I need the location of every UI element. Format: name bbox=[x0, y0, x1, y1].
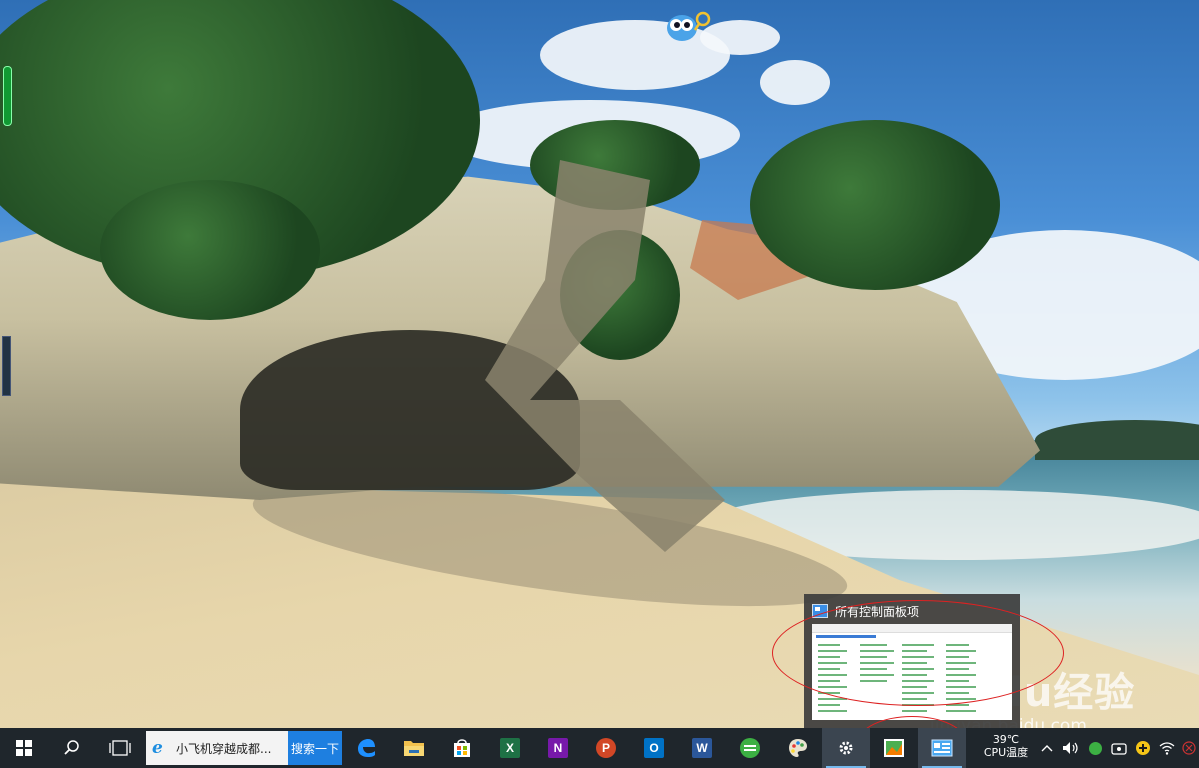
network-button[interactable] bbox=[1155, 728, 1179, 768]
taskbar-app-outlook[interactable]: O bbox=[630, 728, 678, 768]
tree bbox=[750, 120, 1000, 290]
taskbar-app-file-explorer[interactable] bbox=[390, 728, 438, 768]
language-button[interactable] bbox=[1179, 728, 1199, 768]
powerpoint-icon: P bbox=[596, 738, 616, 758]
taskbar-app-powerpoint[interactable]: P bbox=[582, 728, 630, 768]
photo-icon bbox=[884, 739, 904, 757]
taskbar-app-settings[interactable] bbox=[822, 728, 870, 768]
close-icon bbox=[1182, 741, 1196, 755]
tray-app-update[interactable] bbox=[1131, 728, 1155, 768]
search-submit-button[interactable]: 搜索一下 bbox=[288, 731, 342, 765]
speaker-icon bbox=[1063, 742, 1078, 754]
island bbox=[1035, 420, 1199, 460]
owl-mascot-icon[interactable] bbox=[665, 8, 711, 42]
cpu-temperature[interactable]: 39℃ CPU温度 bbox=[977, 728, 1035, 768]
task-view-button[interactable] bbox=[96, 728, 144, 768]
taskbar-app-onenote[interactable]: N bbox=[534, 728, 582, 768]
outlook-icon: O bbox=[644, 738, 664, 758]
preview-list-item bbox=[946, 710, 976, 712]
taskbar: e 小飞机穿越成都... 搜索一下 X N P O W 39℃ CPU温度 bbox=[0, 728, 1199, 768]
search-query: 小飞机穿越成都... bbox=[176, 741, 272, 756]
store-icon bbox=[454, 739, 470, 757]
annotation-circle bbox=[772, 600, 1064, 706]
search-input[interactable]: e 小飞机穿越成都... bbox=[146, 731, 288, 765]
cloud bbox=[760, 60, 830, 105]
search-icon bbox=[64, 740, 79, 755]
excel-icon: X bbox=[500, 738, 520, 758]
preview-list-item bbox=[818, 704, 840, 706]
volume-button[interactable] bbox=[1059, 728, 1083, 768]
green-browser-icon bbox=[740, 738, 760, 758]
taskbar-app-control-panel[interactable] bbox=[918, 728, 966, 768]
palette-icon bbox=[789, 739, 807, 757]
taskbar-app-image-viewer[interactable] bbox=[870, 728, 918, 768]
side-widget[interactable] bbox=[2, 336, 11, 396]
show-hidden-icons-button[interactable] bbox=[1035, 728, 1059, 768]
task-view-icon bbox=[109, 740, 131, 756]
taskbar-app-paint[interactable] bbox=[774, 728, 822, 768]
control-panel-icon bbox=[931, 739, 953, 757]
cpu-temp-label: CPU温度 bbox=[983, 746, 1029, 759]
plus-icon bbox=[1136, 741, 1150, 755]
system-tray: 39℃ CPU温度 bbox=[977, 728, 1199, 768]
ie-icon: e bbox=[152, 738, 163, 758]
onenote-icon: N bbox=[548, 738, 568, 758]
tree bbox=[100, 180, 320, 320]
taskbar-app-word[interactable]: W bbox=[678, 728, 726, 768]
cpu-temp-value: 39℃ bbox=[992, 733, 1020, 746]
taskbar-app-browser[interactable] bbox=[726, 728, 774, 768]
taskbar-app-edge[interactable] bbox=[342, 728, 390, 768]
memory-gauge[interactable] bbox=[3, 66, 12, 126]
windows-icon bbox=[16, 740, 32, 756]
edge-icon bbox=[358, 739, 375, 757]
wifi-icon bbox=[1159, 742, 1175, 755]
gear-icon bbox=[839, 741, 853, 755]
folder-icon bbox=[404, 741, 424, 756]
cortana-search-button[interactable] bbox=[48, 728, 96, 768]
tray-app-green[interactable] bbox=[1083, 728, 1107, 768]
preview-list-item bbox=[902, 710, 927, 712]
tray-app-security[interactable] bbox=[1107, 728, 1131, 768]
start-button[interactable] bbox=[0, 728, 48, 768]
security-icon bbox=[1111, 743, 1127, 755]
word-icon: W bbox=[692, 738, 712, 758]
taskbar-app-excel[interactable]: X bbox=[486, 728, 534, 768]
green-browser-icon bbox=[1088, 741, 1102, 755]
taskbar-app-store[interactable] bbox=[438, 728, 486, 768]
cloud bbox=[700, 20, 780, 55]
preview-list-item bbox=[818, 710, 847, 712]
chevron-up-icon bbox=[1041, 745, 1053, 752]
